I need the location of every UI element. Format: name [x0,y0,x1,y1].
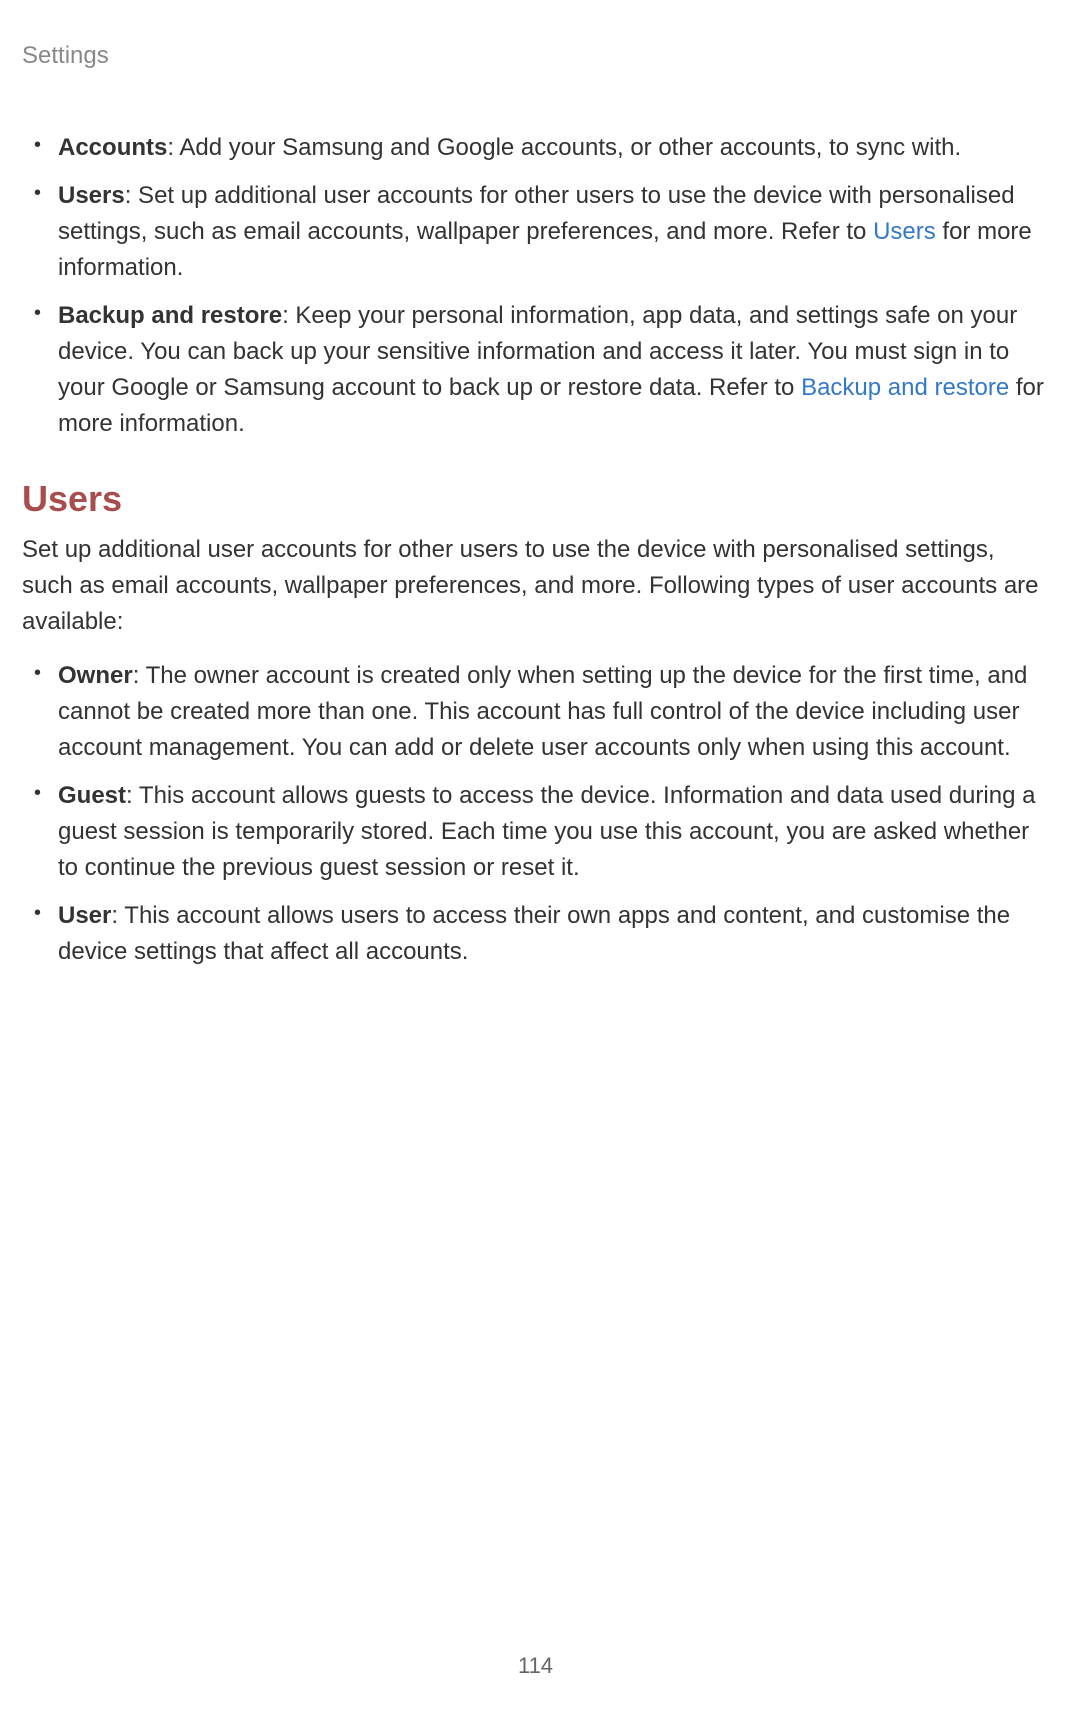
item-label: Owner [58,662,133,689]
list-item: Owner: The owner account is created only… [58,658,1049,766]
item-text-before: : Set up additional user accounts for ot… [58,182,1015,245]
section-intro: Set up additional user accounts for othe… [22,532,1049,640]
item-text: : Add your Samsung and Google accounts, … [167,134,961,161]
top-bullet-list: Accounts: Add your Samsung and Google ac… [22,130,1049,442]
item-label: Backup and restore [58,302,282,329]
item-label: User [58,902,111,929]
list-item: User: This account allows users to acces… [58,898,1049,970]
users-link[interactable]: Users [873,218,936,245]
page-header: Settings [22,42,109,70]
section-bullet-list: Owner: The owner account is created only… [22,658,1049,970]
item-text: : This account allows guests to access t… [58,782,1035,881]
list-item: Backup and restore: Keep your personal i… [58,298,1049,442]
backup-restore-link[interactable]: Backup and restore [801,374,1009,401]
list-item: Guest: This account allows guests to acc… [58,778,1049,886]
list-item: Users: Set up additional user accounts f… [58,178,1049,286]
page-number: 114 [518,1653,553,1679]
item-text: : The owner account is created only when… [58,662,1027,761]
item-label: Guest [58,782,126,809]
content-area: Accounts: Add your Samsung and Google ac… [22,130,1049,982]
item-text: : This account allows users to access th… [58,902,1010,965]
section-heading-users: Users [22,478,1049,520]
list-item: Accounts: Add your Samsung and Google ac… [58,130,1049,166]
item-label: Accounts [58,134,167,161]
item-label: Users [58,182,125,209]
